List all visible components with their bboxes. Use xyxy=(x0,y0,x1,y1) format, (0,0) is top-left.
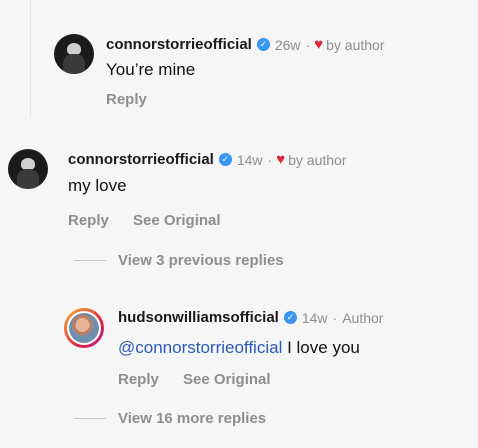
reply-button[interactable]: Reply xyxy=(118,371,159,388)
view-more-replies[interactable]: View 16 more replies xyxy=(74,410,266,427)
timestamp: 14w xyxy=(236,151,263,168)
profile-photo xyxy=(69,313,99,343)
avatar[interactable] xyxy=(54,34,94,74)
comment-header: connorstorrieofficial ✓ 14w · ♥ by autho… xyxy=(68,151,347,168)
separator: · xyxy=(267,151,273,168)
verified-icon: ✓ xyxy=(283,311,297,324)
heart-icon: ♥ xyxy=(276,151,286,168)
username[interactable]: connorstorrieofficial xyxy=(68,151,214,168)
author-badge: Author xyxy=(342,309,384,326)
comment-text: @connorstorrieofficial I love you xyxy=(118,338,360,358)
verified-icon: ✓ xyxy=(256,38,270,51)
verified-icon: ✓ xyxy=(218,153,232,166)
view-more-label[interactable]: View 16 more replies xyxy=(118,410,266,427)
reply-button[interactable]: Reply xyxy=(106,91,147,108)
comment-header: hudsonwilliamsofficial ✓ 14w · Author xyxy=(118,309,383,326)
comment-header: connorstorrieofficial ✓ 26w · ♥ by autho… xyxy=(106,36,385,53)
username[interactable]: connorstorrieofficial xyxy=(106,36,252,53)
avatar-story-ring[interactable] xyxy=(64,308,104,348)
timestamp: 26w xyxy=(274,36,301,53)
timestamp: 14w xyxy=(301,309,328,326)
comment-text: my love xyxy=(68,176,127,195)
divider xyxy=(74,418,106,419)
comment-text: You’re mine xyxy=(106,60,196,79)
heart-icon: ♥ xyxy=(314,36,324,53)
separator: · xyxy=(305,36,311,53)
comment-actions: Reply See Original xyxy=(118,371,291,388)
comment-text-body: I love you xyxy=(282,338,360,357)
username[interactable]: hudsonwilliamsofficial xyxy=(118,309,279,326)
thread-line xyxy=(30,0,31,118)
divider xyxy=(74,260,106,261)
comment-actions: Reply See Original xyxy=(68,212,241,229)
liked-by-author: by author xyxy=(326,36,385,53)
see-original-button[interactable]: See Original xyxy=(133,212,221,229)
comment-actions: Reply xyxy=(106,91,167,108)
view-previous-label[interactable]: View 3 previous replies xyxy=(118,252,284,269)
view-previous-replies[interactable]: View 3 previous replies xyxy=(74,252,284,269)
avatar[interactable] xyxy=(8,149,48,189)
mention-link[interactable]: @connorstorrieofficial xyxy=(118,338,282,357)
see-original-button[interactable]: See Original xyxy=(183,371,271,388)
separator: · xyxy=(332,309,338,326)
reply-button[interactable]: Reply xyxy=(68,212,109,229)
liked-by-author: by author xyxy=(288,151,347,168)
